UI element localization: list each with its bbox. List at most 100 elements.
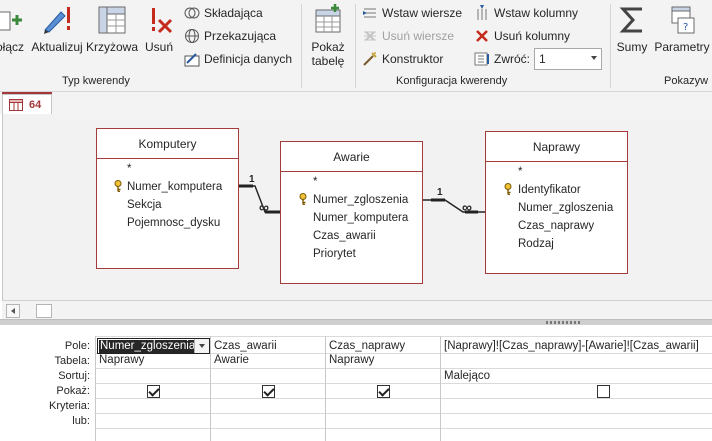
totals-icon — [619, 7, 642, 33]
grid-line — [95, 398, 712, 399]
tab-label: 64 — [29, 98, 42, 111]
svg-text:?: ? — [683, 22, 688, 33]
row-label-or: lub: — [72, 415, 90, 427]
query-design-pane: 1 ∞ 1 ∞ Komputery * Numer_komputera Sekc… — [2, 114, 712, 300]
scroll-left-button[interactable] — [6, 304, 20, 318]
return-combo[interactable]: 1 — [534, 48, 602, 70]
table-awarie[interactable]: Awarie * Numer_zgloszenia Numer_komputer… — [280, 141, 423, 284]
field-item[interactable]: Numer_zgloszenia — [313, 194, 408, 206]
active-tab-accent — [2, 92, 52, 94]
show-checkbox[interactable] — [147, 385, 160, 398]
crosstab-button[interactable]: Krzyżowa — [86, 4, 138, 54]
return-value: 1 — [539, 52, 546, 66]
grid-field-cell[interactable]: [Naprawy]![Czas_naprawy]-[Awarie]![Czas_… — [444, 340, 712, 352]
primary-key-icon — [114, 180, 122, 192]
row-label-field: Pole: — [64, 340, 90, 352]
passthrough-button[interactable]: Przekazująca — [184, 27, 276, 45]
design-pane-scrollbar[interactable] — [2, 300, 712, 319]
builder-button[interactable]: Konstruktor — [362, 50, 443, 68]
table-naprawy[interactable]: Naprawy * Identyfikator Numer_zgloszenia… — [485, 131, 628, 274]
field-item[interactable]: * — [127, 163, 131, 175]
totals-button[interactable]: Sumy — [614, 4, 650, 54]
update-button[interactable]: Aktualizuj — [30, 4, 84, 54]
field-item[interactable]: Czas_naprawy — [518, 220, 594, 232]
table-title: Naprawy — [486, 132, 627, 162]
table-komputery[interactable]: Komputery * Numer_komputera Sekcja Pojem… — [96, 128, 239, 269]
data-definition-label: Definicja danych — [204, 52, 293, 66]
grid-field-cell-selected[interactable]: Numer_zgloszenia — [97, 338, 210, 354]
grid-line — [95, 368, 712, 369]
update-icon — [44, 7, 70, 34]
delete-rows-button[interactable]: Usuń wiersze — [362, 27, 454, 45]
union-icon — [184, 7, 200, 19]
show-checkbox[interactable] — [377, 385, 390, 398]
grid-table-cell[interactable]: Awarie — [214, 354, 322, 366]
group-separator — [610, 4, 611, 88]
field-item[interactable]: * — [313, 176, 317, 188]
primary-key-icon — [299, 193, 307, 205]
show-checkbox[interactable] — [262, 385, 275, 398]
grid-column-line — [440, 336, 441, 441]
field-item[interactable]: Numer_zgloszenia — [518, 202, 613, 214]
chevron-down-icon[interactable] — [194, 339, 209, 353]
delete-query-button[interactable]: Usuń — [142, 4, 176, 54]
field-item[interactable]: Pojemnosc_dysku — [127, 217, 220, 229]
builder-icon — [363, 52, 377, 66]
crosstab-icon — [98, 6, 126, 34]
field-item[interactable]: Numer_komputera — [313, 212, 408, 224]
insert-rows-label: Wstaw wiersze — [382, 6, 463, 20]
field-item[interactable]: Rodzaj — [518, 238, 554, 250]
tab-query-64[interactable]: 64 — [2, 94, 52, 114]
show-table-icon — [315, 4, 341, 33]
delete-query-icon — [152, 8, 173, 34]
field-item[interactable]: Czas_awarii — [313, 230, 376, 242]
row-label-criteria: Kryteria: — [49, 400, 90, 412]
ribbon: ołącz Aktualizuj Krzyżowa — [0, 0, 712, 92]
relationship-many-label: ∞ — [462, 199, 472, 215]
parameters-label: Parametry — [654, 40, 710, 54]
table-title: Komputery — [97, 129, 238, 159]
insert-columns-button[interactable]: Wstaw kolumny — [474, 4, 578, 22]
insert-columns-label: Wstaw kolumny — [494, 6, 579, 20]
field-item[interactable]: Numer_komputera — [127, 181, 222, 193]
update-label: Aktualizuj — [31, 40, 83, 54]
show-checkbox[interactable] — [597, 385, 610, 398]
row-label-show: Pokaż: — [56, 385, 90, 397]
union-label: Składająca — [204, 6, 263, 20]
row-label-table: Tabela: — [54, 355, 90, 367]
data-definition-button[interactable]: Definicja danych — [184, 50, 292, 68]
grid-field-cell[interactable]: Czas_naprawy — [329, 340, 437, 352]
return-label: Zwróć: — [494, 52, 530, 66]
grid-table-cell[interactable]: Naprawy — [329, 354, 437, 366]
group-label-show-hide: Pokazyw — [664, 75, 709, 87]
totals-label: Sumy — [616, 40, 648, 54]
field-item[interactable]: Priorytet — [313, 248, 356, 260]
grid-field-cell[interactable]: Czas_awarii — [214, 340, 322, 352]
show-table-button[interactable]: Pokaż tabelę — [306, 4, 350, 68]
parameters-button[interactable]: ? Parametry — [654, 4, 710, 54]
field-item[interactable]: Sekcja — [127, 199, 162, 211]
delete-columns-button[interactable]: Usuń kolumny — [474, 27, 570, 45]
delete-rows-icon — [364, 31, 376, 41]
relationship-many-label: ∞ — [259, 199, 269, 215]
field-item[interactable]: * — [518, 166, 522, 178]
group-separator — [355, 4, 356, 88]
document-tab-strip: 64 — [0, 92, 712, 114]
append-button[interactable]: ołącz — [0, 4, 26, 54]
grid-sort-cell[interactable]: Malejąco — [444, 370, 712, 382]
union-button[interactable]: Składająca — [184, 4, 263, 22]
scrollbar-thumb[interactable] — [36, 304, 52, 318]
data-definition-icon — [184, 53, 200, 67]
grid-line — [95, 336, 712, 337]
show-table-label-1: Pokaż — [311, 40, 345, 54]
append-icon — [0, 11, 22, 31]
insert-rows-button[interactable]: Wstaw wiersze — [362, 4, 462, 22]
splitter-grip-icon — [546, 321, 582, 324]
builder-label: Konstruktor — [382, 52, 444, 66]
passthrough-icon — [185, 29, 199, 43]
delete-columns-icon — [476, 30, 488, 42]
passthrough-label: Przekazująca — [204, 29, 277, 43]
grid-table-cell[interactable]: Naprawy — [99, 354, 207, 366]
field-item[interactable]: Identyfikator — [518, 184, 581, 196]
group-label-query-setup: Konfiguracja kwerendy — [396, 75, 508, 87]
